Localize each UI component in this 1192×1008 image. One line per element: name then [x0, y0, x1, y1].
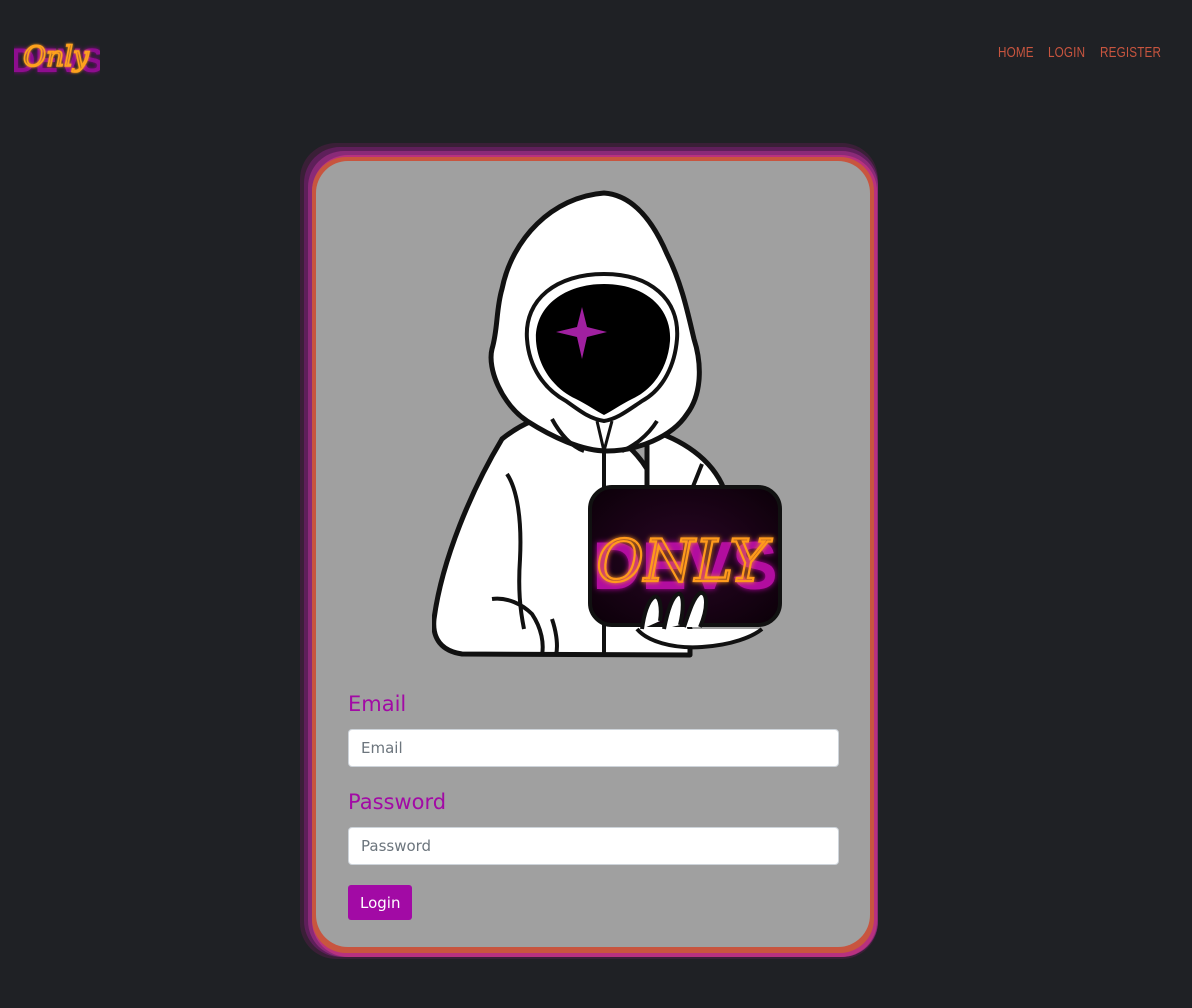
site-logo[interactable]: DEVS Only	[14, 28, 100, 82]
hooded-developer-illustration-icon: DEVS ONLY	[432, 190, 782, 658]
email-field[interactable]	[348, 729, 839, 767]
nav-home-link[interactable]: Home	[998, 42, 1034, 64]
main-nav: Home Login Register	[998, 42, 1168, 64]
nav-login-link[interactable]: Login	[1048, 42, 1085, 64]
login-form: Email Password Login	[348, 691, 839, 920]
login-card-wrapper: DEVS ONLY Email Password Login	[300, 143, 888, 966]
email-label: Email	[348, 692, 407, 716]
login-button[interactable]: Login	[348, 885, 413, 920]
password-label: Password	[348, 790, 447, 814]
password-field[interactable]	[348, 827, 839, 865]
sign-text-front: ONLY	[596, 527, 772, 595]
login-card-body: DEVS ONLY Email Password Login	[316, 161, 870, 947]
logo-text-front: Only	[23, 40, 90, 73]
hero-illustration: DEVS ONLY	[432, 189, 788, 667]
nav-register-link[interactable]: Register	[1100, 42, 1161, 64]
only-devs-logo-icon: DEVS Only	[14, 39, 100, 80]
